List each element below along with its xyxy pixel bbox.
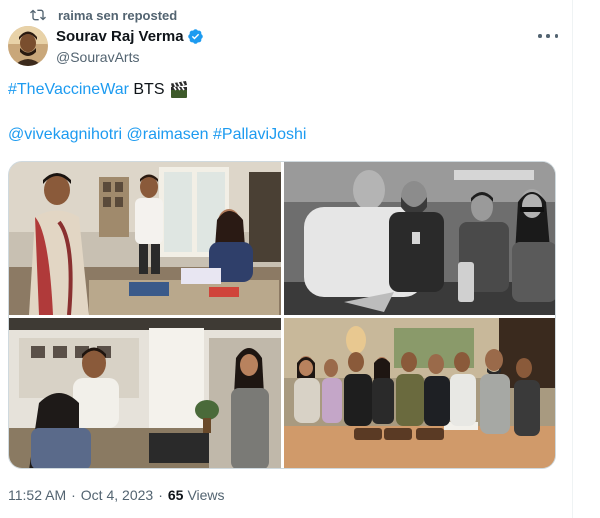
author-handle[interactable]: @SouravArts bbox=[56, 49, 204, 65]
media-grid bbox=[8, 161, 556, 469]
photo-office-discussion[interactable] bbox=[9, 162, 281, 315]
photo-crew-black-and-white[interactable] bbox=[284, 162, 555, 315]
verified-badge-icon bbox=[187, 28, 204, 45]
tweet-text: BTS bbox=[128, 81, 165, 98]
photo-group-cake-celebration[interactable] bbox=[284, 318, 555, 468]
views-count[interactable]: 65 bbox=[168, 487, 184, 503]
more-options-icon[interactable] bbox=[538, 28, 558, 44]
photo-desk-scene[interactable] bbox=[9, 318, 281, 468]
mention-link[interactable]: @vivekagnihotri bbox=[8, 126, 122, 144]
repost-label: raima sen reposted bbox=[58, 7, 178, 23]
hashtag-link[interactable]: #PallaviJoshi bbox=[213, 126, 306, 144]
author-block[interactable]: Sourav Raj Verma @SouravArts bbox=[56, 27, 204, 65]
meta-separator: · bbox=[71, 487, 76, 503]
repost-context[interactable]: raima sen reposted bbox=[30, 6, 177, 24]
tweet-meta: 11:52 AM · Oct 4, 2023 · 65 Views bbox=[8, 487, 225, 503]
tweet-date[interactable]: Oct 4, 2023 bbox=[81, 487, 153, 503]
avatar[interactable] bbox=[8, 26, 48, 66]
tweet-time[interactable]: 11:52 AM bbox=[8, 487, 66, 503]
clapper-board-icon bbox=[169, 80, 189, 100]
tweet-text-line-2: @vivekagnihotri @raimasen #PallaviJoshi bbox=[8, 126, 306, 144]
mention-link[interactable]: @raimasen bbox=[127, 126, 209, 144]
timeline-border bbox=[572, 0, 573, 518]
meta-separator: · bbox=[158, 487, 163, 503]
hashtag-link[interactable]: #TheVaccineWar bbox=[8, 81, 129, 99]
author-name[interactable]: Sourav Raj Verma bbox=[56, 28, 184, 45]
repost-icon bbox=[30, 7, 46, 23]
tweet-text-line-1: #TheVaccineWar BTS bbox=[8, 80, 189, 100]
views-label: Views bbox=[187, 487, 225, 503]
